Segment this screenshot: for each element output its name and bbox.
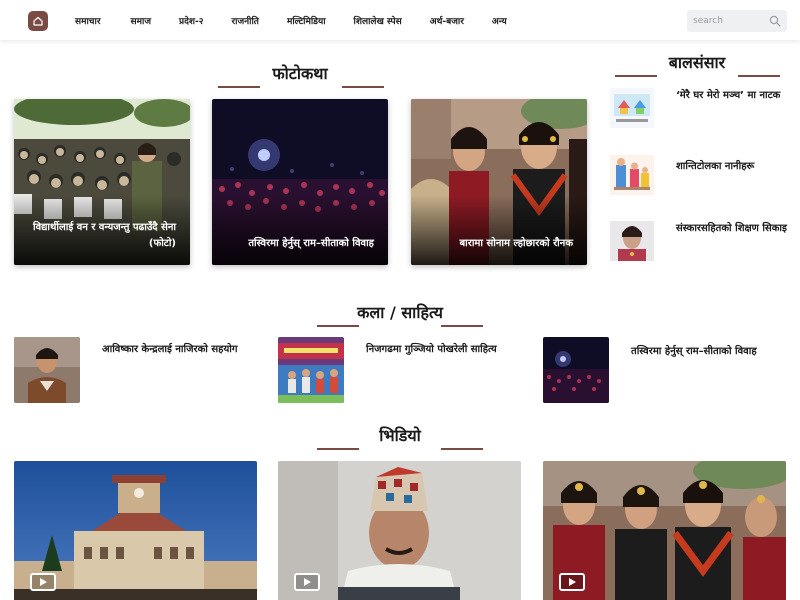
nav-item-province-2[interactable]: प्रदेश-२ xyxy=(179,14,203,27)
section-rule-right xyxy=(342,86,384,88)
kala-item-ram-sita[interactable]: तस्विरमा हेर्नुस् राम–सीताको विवाह xyxy=(543,337,793,403)
play-icon xyxy=(40,578,47,586)
kala-item-title: आविष्कार केन्द्रलाई नाजिरको सहयोग xyxy=(102,344,238,355)
play-button[interactable] xyxy=(294,573,320,591)
kala-item-nazir[interactable]: आविष्कार केन्द्रलाई नाजिरको सहयोग xyxy=(14,337,264,403)
search-icon[interactable] xyxy=(769,15,781,27)
site-header: समाचार समाज प्रदेश-२ राजनीति मल्टिमिडिया… xyxy=(0,0,800,40)
play-icon xyxy=(569,578,576,586)
caption-gradient xyxy=(212,195,388,265)
balsansar-item-drama[interactable]: ‘मेरै घर मेरो मञ्च’ मा नाटक xyxy=(610,88,790,128)
play-button[interactable] xyxy=(559,573,585,591)
search-input[interactable] xyxy=(693,16,767,26)
balsansar-item-education[interactable]: संस्कारसहितको शिक्षण सिकाइ xyxy=(610,221,790,261)
video-card-lhochhar[interactable] xyxy=(543,461,786,600)
balsansar-thumbnail xyxy=(610,221,654,261)
photo-card-sonam-lhochhar[interactable]: बारामा सोनाम ल्होछारको रौनक xyxy=(411,99,587,265)
photo-card-caption: विद्यार्थीलाई वन र वन्यजन्तु पढाउँदै सेन… xyxy=(32,222,176,249)
section-rule-right xyxy=(441,448,483,450)
section-rule-left xyxy=(317,448,359,450)
search-box xyxy=(687,10,787,32)
kala-item-title: निजगढमा गुञ्जियो पोखरेली साहित्य xyxy=(366,344,497,355)
video-title: भिडियो xyxy=(379,426,421,445)
section-rule-right xyxy=(441,325,483,327)
section-rule-right xyxy=(738,75,780,77)
kala-thumbnail xyxy=(14,337,80,403)
home-logo-button[interactable] xyxy=(28,11,48,31)
video-card-university[interactable] xyxy=(14,461,257,600)
kala-thumbnail xyxy=(543,337,609,403)
kala-thumbnail xyxy=(278,337,344,403)
play-button[interactable] xyxy=(30,573,56,591)
balsansar-item-title: संस्कारसहितको शिक्षण सिकाइ xyxy=(676,223,787,234)
photokatha-title: फोटोकथा xyxy=(272,64,328,83)
balsansar-thumbnail xyxy=(610,88,654,128)
balsansar-item-title: ‘मेरै घर मेरो मञ्च’ मा नाटक xyxy=(676,90,781,101)
play-icon xyxy=(304,578,311,586)
nav-item-news[interactable]: समाचार xyxy=(75,14,101,27)
caption-gradient xyxy=(411,195,587,265)
nav-item-economy-market[interactable]: अर्थ-बजार xyxy=(430,14,464,27)
nav-item-shilalekh-space[interactable]: शिलालेख स्पेस xyxy=(354,14,402,27)
nav-item-other[interactable]: अन्य xyxy=(492,14,507,27)
balsansar-thumbnail xyxy=(610,155,654,195)
section-rule-left xyxy=(218,86,260,88)
kala-item-nijgadh[interactable]: निजगढमा गुञ्जियो पोखरेली साहित्य xyxy=(278,337,528,403)
video-card-leader[interactable] xyxy=(278,461,521,600)
photo-card-ram-sita[interactable]: तस्विरमा हेर्नुस् राम–सीताको विवाह xyxy=(212,99,388,265)
balsansar-item-shantitol[interactable]: शान्तिटोलका नानीहरू xyxy=(610,155,790,195)
balsansar-title: बालसंसार xyxy=(668,53,726,72)
balsansar-item-title: शान्तिटोलका नानीहरू xyxy=(676,161,755,172)
kala-sahitya-title: कला / साहित्य xyxy=(357,303,443,322)
section-rule-left xyxy=(317,325,359,327)
main-nav: समाचार समाज प्रदेश-२ राजनीति मल्टिमिडिया… xyxy=(75,0,507,40)
home-icon xyxy=(33,16,43,26)
nav-item-society[interactable]: समाज xyxy=(131,14,151,27)
nav-item-multimedia[interactable]: मल्टिमिडिया xyxy=(287,14,326,27)
photo-card-caption: बारामा सोनाम ल्होछारको रौनक xyxy=(459,237,573,249)
nav-item-politics[interactable]: राजनीति xyxy=(231,14,258,27)
photo-card-army-students[interactable]: विद्यार्थीलाई वन र वन्यजन्तु पढाउँदै सेन… xyxy=(14,99,190,265)
section-rule-left xyxy=(615,75,657,77)
photo-card-caption: तस्विरमा हेर्नुस् राम–सीताको विवाह xyxy=(248,237,374,249)
kala-item-title: तस्विरमा हेर्नुस् राम–सीताको विवाह xyxy=(631,346,757,357)
